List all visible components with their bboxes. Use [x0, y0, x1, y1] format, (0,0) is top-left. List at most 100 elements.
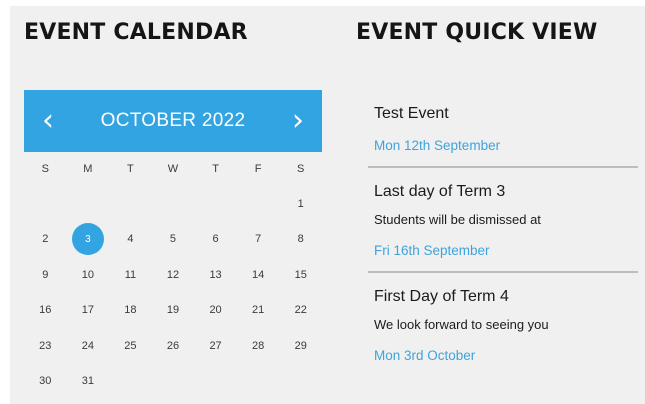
calendar-empty-cell: [237, 186, 280, 222]
calendar-week-row: 16 17 18 19 20 21 22: [24, 293, 322, 329]
calendar-day-1[interactable]: 1: [279, 186, 322, 222]
day-number: 16: [39, 304, 52, 317]
calendar-week-row: 23 24 25 26 27 28 29: [24, 328, 322, 364]
day-number: 22: [294, 304, 307, 317]
calendar-day-31[interactable]: 31: [67, 364, 110, 400]
event-date[interactable]: Mon 12th September: [374, 137, 638, 155]
calendar-day-selected[interactable]: 3: [67, 222, 110, 258]
calendar-empty-cell: [109, 364, 152, 400]
calendar-heading: EVENT CALENDAR: [24, 20, 248, 45]
calendar-empty-cell: [194, 364, 237, 400]
calendar-empty-cell: [24, 186, 67, 222]
calendar-day-28[interactable]: 28: [237, 328, 280, 364]
calendar-day-14[interactable]: 14: [237, 257, 280, 293]
calendar-day-5[interactable]: 5: [152, 222, 195, 258]
calendar-empty-cell: [194, 186, 237, 222]
day-number: 2: [42, 233, 49, 246]
calendar-day-19[interactable]: 19: [152, 293, 195, 329]
event-item[interactable]: Last day of Term 3 Students will be dismi…: [374, 182, 638, 260]
calendar-day-29[interactable]: 29: [279, 328, 322, 364]
calendar-day-12[interactable]: 12: [152, 257, 195, 293]
quick-view-heading: EVENT QUICK VIEW: [356, 20, 598, 45]
chevron-right-icon[interactable]: ›: [278, 90, 318, 152]
day-number: 29: [294, 339, 307, 352]
calendar-day-22[interactable]: 22: [279, 293, 322, 329]
day-number: 11: [124, 268, 137, 281]
calendar-day-13[interactable]: 13: [194, 257, 237, 293]
calendar-day-9[interactable]: 9: [24, 257, 67, 293]
day-number: 26: [166, 339, 180, 352]
weekday-label: S: [41, 163, 49, 175]
day-number: 27: [209, 339, 222, 352]
calendar-day-8[interactable]: 8: [279, 222, 322, 258]
event-quick-view-list: Test Event Mon 12th September Last day of …: [368, 104, 638, 365]
calendar-day-2[interactable]: 2: [24, 222, 67, 258]
calendar-day-21[interactable]: 21: [237, 293, 280, 329]
day-number: 14: [252, 268, 265, 281]
calendar-day-20[interactable]: 20: [194, 293, 237, 329]
calendar-day-6[interactable]: 6: [194, 222, 237, 258]
calendar-header: ‹ OCTOBER 2022 ›: [24, 90, 322, 152]
calendar-day-18[interactable]: 18: [109, 293, 152, 329]
calendar-day-25[interactable]: 25: [109, 328, 152, 364]
weekday-label: F: [254, 163, 262, 175]
day-number: 3: [71, 223, 104, 256]
day-number: 23: [39, 339, 52, 352]
calendar-day-17[interactable]: 17: [67, 293, 110, 329]
weekday-row: SMTWTFS: [24, 152, 322, 186]
calendar-day-11[interactable]: 11: [109, 257, 152, 293]
calendar-empty-cell: [67, 186, 110, 222]
calendar-day-27[interactable]: 27: [194, 328, 237, 364]
calendar-empty-cell: [237, 364, 280, 400]
event-title[interactable]: Last day of Term 3: [374, 182, 638, 202]
weekday-label: T: [212, 163, 219, 175]
weekday-label: T: [127, 163, 134, 175]
calendar-day-10[interactable]: 10: [67, 257, 110, 293]
day-number: 25: [124, 339, 137, 352]
day-number: 10: [81, 268, 94, 281]
event-divider: [368, 166, 638, 168]
day-number: 6: [212, 233, 219, 246]
calendar-day-16[interactable]: 16: [24, 293, 67, 329]
calendar-empty-cell: [279, 364, 322, 400]
event-date[interactable]: Mon 3rd October: [374, 347, 638, 365]
day-number: 30: [39, 375, 52, 388]
day-number: 21: [252, 304, 265, 317]
weekday-label: S: [297, 163, 305, 175]
event-calendar: ‹ OCTOBER 2022 › SMTWTFS 1 2 3 4 5 6 7 8 9 10 11 12…: [24, 90, 322, 399]
day-number: 4: [127, 233, 134, 246]
event-date[interactable]: Fri 16th September: [374, 242, 638, 260]
calendar-grid: 1 2 3 4 5 6 7 8 9 10 11 12 13 14 15 16 17 18 19 20 21 22 23 24 2…: [24, 186, 322, 399]
event-title[interactable]: First Day of Term 4: [374, 287, 638, 307]
calendar-week-row: 1: [24, 186, 322, 222]
calendar-day-4[interactable]: 4: [109, 222, 152, 258]
calendar-day-30[interactable]: 30: [24, 364, 67, 400]
calendar-day-26[interactable]: 26: [152, 328, 195, 364]
day-number: 5: [169, 233, 177, 246]
day-number: 12: [166, 268, 180, 281]
day-number: 18: [124, 304, 137, 317]
calendar-day-23[interactable]: 23: [24, 328, 67, 364]
calendar-empty-cell: [152, 364, 195, 400]
event-description: We look forward to seeing you: [374, 317, 549, 332]
calendar-empty-cell: [152, 186, 195, 222]
day-number: 24: [81, 339, 94, 352]
calendar-day-15[interactable]: 15: [279, 257, 322, 293]
day-number: 9: [42, 268, 49, 281]
day-number: 13: [209, 268, 222, 281]
event-title[interactable]: Test Event: [374, 104, 638, 124]
day-number: 19: [166, 304, 180, 317]
event-item[interactable]: First Day of Term 4 We look forward to se…: [374, 287, 638, 365]
event-item[interactable]: Test Event Mon 12th September: [374, 104, 638, 155]
day-number: 1: [297, 197, 304, 210]
calendar-day-7[interactable]: 7: [237, 222, 280, 258]
calendar-week-row: 2 3 4 5 6 7 8: [24, 222, 322, 258]
calendar-day-24[interactable]: 24: [67, 328, 110, 364]
day-number: 20: [209, 304, 222, 317]
weekday-label: W: [167, 163, 179, 175]
calendar-empty-cell: [109, 186, 152, 222]
day-number: 8: [297, 233, 304, 246]
event-divider: [368, 271, 638, 273]
day-number: 31: [81, 375, 94, 388]
weekday-label: M: [83, 163, 93, 175]
